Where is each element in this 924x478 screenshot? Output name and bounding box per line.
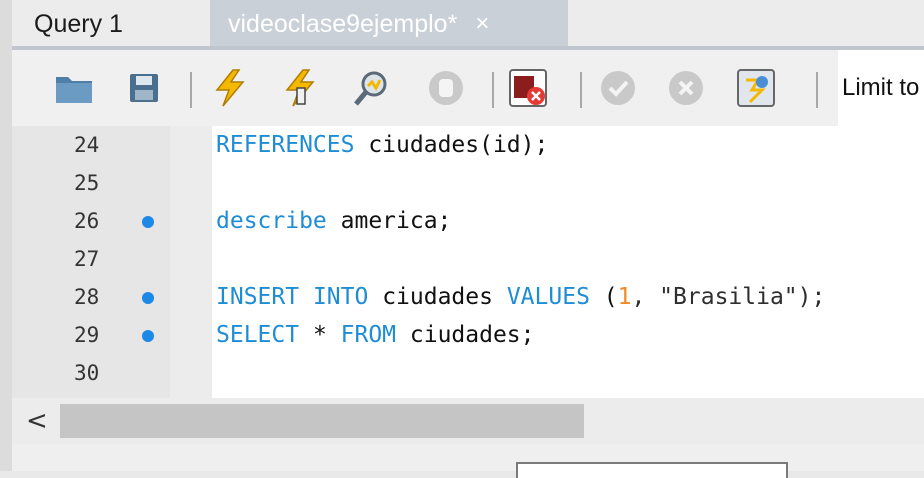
open-folder-icon[interactable] [52, 66, 96, 110]
code-text: INSERT INTO ciudades VALUES (1, "Brasili… [216, 279, 825, 315]
line-number: 25 [74, 171, 100, 195]
save-icon[interactable] [122, 66, 166, 110]
sql-keyword: FROM [340, 322, 397, 348]
autocommit-icon[interactable] [734, 66, 778, 110]
code-line[interactable]: 28 INSERT INTO ciudades VALUES (1, "Brasi… [12, 279, 924, 315]
horizontal-scrollbar[interactable]: < [12, 398, 924, 444]
code-text: describe america; [216, 203, 451, 239]
sql-token: ciudades; [396, 322, 535, 348]
left-panel-edge [0, 0, 12, 471]
rollback-icon[interactable] [664, 66, 708, 110]
line-number: 30 [74, 361, 100, 385]
scrollbar-thumb[interactable] [60, 404, 584, 438]
execute-icon[interactable] [208, 66, 252, 110]
sql-token: america; [326, 208, 452, 234]
code-line[interactable]: 30 [12, 355, 924, 391]
line-number: 27 [74, 247, 100, 271]
code-line[interactable]: 29 SELECT * FROM ciudades; [12, 317, 924, 353]
sql-keyword: VALUES [506, 284, 590, 310]
tab-query-1-label: Query 1 [34, 9, 123, 38]
sql-keyword: describe [216, 208, 327, 234]
results-panel-edge [12, 444, 924, 478]
line-number: 28 [74, 285, 100, 309]
close-icon[interactable]: × [475, 10, 489, 38]
statement-marker-icon [142, 216, 154, 228]
explain-icon[interactable] [350, 66, 394, 110]
code-line[interactable]: 27 [12, 241, 924, 277]
bottom-input-field[interactable] [516, 462, 788, 478]
sql-token: * [299, 322, 341, 348]
sql-toolbar [12, 50, 924, 126]
line-number: 26 [74, 209, 100, 233]
sql-token: ciudades [368, 284, 507, 310]
tab-query-1[interactable]: Query 1 [12, 0, 210, 48]
commit-icon[interactable] [596, 66, 640, 110]
toolbar-separator [190, 72, 192, 108]
sql-editor[interactable]: 24 REFERENCES ciudades(id); 25 26 describe a… [12, 126, 924, 398]
execute-current-icon[interactable] [278, 66, 322, 110]
code-text: REFERENCES ciudades(id); [216, 127, 548, 163]
sql-token: ciudades(id); [354, 132, 549, 158]
statement-marker-icon [142, 330, 154, 342]
sql-token: , "Brasilia"); [631, 284, 826, 310]
line-number: 24 [74, 133, 100, 157]
toolbar-separator [492, 72, 494, 108]
code-text: SELECT * FROM ciudades; [216, 317, 535, 353]
toolbar-separator [580, 72, 582, 108]
sql-keyword: SELECT [216, 322, 300, 348]
line-number: 29 [74, 323, 100, 347]
scroll-left-icon[interactable]: < [26, 406, 48, 436]
code-line[interactable]: 25 [12, 165, 924, 201]
toggle-error-stop-icon[interactable] [506, 66, 550, 110]
limit-rows-select[interactable]: Limit to [838, 50, 924, 126]
stop-icon[interactable] [424, 66, 468, 110]
code-line[interactable]: 26 describe america; [12, 203, 924, 239]
statement-marker-icon [142, 292, 154, 304]
sql-keyword: REFERENCES [216, 132, 355, 158]
tab-videoclase9ejemplo[interactable]: videoclase9ejemplo* × [210, 0, 568, 48]
code-line[interactable]: 24 REFERENCES ciudades(id); [12, 127, 924, 163]
sql-keyword: INSERT [216, 284, 300, 310]
sql-token: ( [589, 284, 618, 310]
toolbar-separator [816, 72, 818, 108]
sql-number: 1 [617, 284, 632, 310]
sql-keyword: INTO [312, 284, 369, 310]
tab-videoclase9ejemplo-label: videoclase9ejemplo* [228, 9, 458, 38]
